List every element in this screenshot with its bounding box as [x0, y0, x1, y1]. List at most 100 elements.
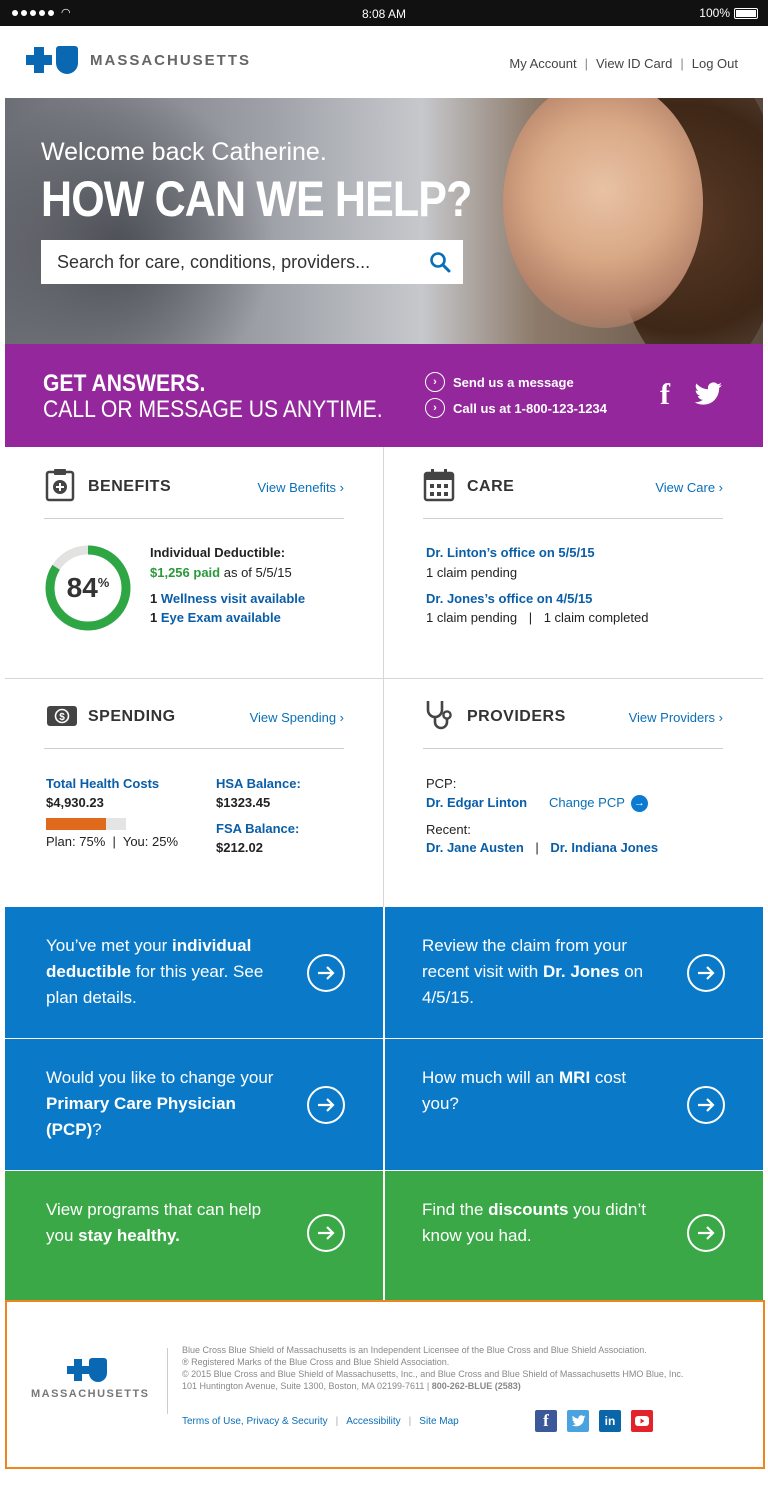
battery-status: 100% — [699, 6, 758, 20]
chevron-right-circle-icon: › — [425, 372, 445, 392]
twitter-icon[interactable] — [693, 382, 723, 408]
providers-card: PROVIDERS View Providers › PCP: Dr. Edga… — [423, 678, 723, 907]
tile-text: Review the claim from your recent visit … — [422, 936, 644, 1007]
terms-privacy-link[interactable]: Terms of Use, Privacy & Security — [182, 1416, 328, 1427]
nav-separator: | — [680, 56, 684, 71]
brand-logo[interactable]: MASSACHUSETTS — [26, 46, 251, 74]
grid-divider-vertical — [383, 447, 384, 907]
svg-text:$: $ — [59, 712, 65, 723]
arrow-right-circle-icon[interactable] — [687, 1086, 725, 1124]
deductible-label: Individual Deductible: — [150, 545, 286, 560]
wellness-visit-link[interactable]: Wellness visit available — [161, 591, 305, 606]
fsa-balance-value: $212.02 — [216, 840, 263, 855]
log-out-link[interactable]: Log Out — [692, 56, 738, 71]
tile-text: View programs that can help you stay hea… — [46, 1200, 262, 1245]
provider-separator: | — [535, 840, 539, 855]
tile-text: Would you like to change your Primary Ca… — [46, 1068, 274, 1139]
eye-exam-link[interactable]: Eye Exam available — [161, 610, 281, 625]
benefits-card: BENEFITS View Benefits › 84% Individual … — [44, 448, 344, 678]
eye-exam-item[interactable]: 1 Eye Exam available — [150, 610, 281, 625]
change-pcp-link[interactable]: Change PCP → — [549, 795, 648, 813]
tile-review-claim[interactable]: Review the claim from your recent visit … — [385, 907, 763, 1038]
card-divider — [44, 518, 344, 519]
facebook-icon[interactable]: f — [660, 378, 670, 412]
accessibility-link[interactable]: Accessibility — [346, 1416, 400, 1427]
hsa-balance-label: HSA Balance: — [216, 776, 301, 791]
claim-pending-count: 1 claim pending — [426, 610, 518, 625]
search-icon[interactable] — [429, 251, 451, 273]
recent-provider-jones[interactable]: Dr. Indiana Jones — [550, 840, 658, 855]
send-message-link[interactable]: › Send us a message — [425, 372, 574, 392]
youtube-icon[interactable] — [631, 1410, 653, 1432]
wellness-visit-item[interactable]: 1 Wellness visit available — [150, 591, 305, 606]
status-separator: | — [528, 610, 533, 625]
percent-sign: % — [97, 574, 110, 590]
cost-share-split: Plan: 75% | You: 25% — [46, 834, 179, 849]
deductible-paid: $1,256 paid as of 5/5/15 — [150, 565, 292, 580]
card-divider — [44, 748, 344, 749]
care-visit-linton[interactable]: Dr. Linton’s office on 5/5/15 — [426, 545, 595, 560]
arrow-right-circle-icon[interactable] — [307, 1086, 345, 1124]
tile-text: Find the discounts you didn’t know you h… — [422, 1200, 646, 1245]
pcp-label: PCP: — [426, 776, 457, 791]
view-providers-link[interactable]: View Providers › — [629, 710, 723, 725]
change-pcp-label: Change PCP — [549, 795, 625, 810]
providers-title: PROVIDERS — [467, 708, 566, 725]
arrow-right-circle-icon[interactable] — [307, 1214, 345, 1252]
view-spending-link[interactable]: View Spending › — [250, 710, 344, 725]
hsa-balance-value: $1323.45 — [216, 795, 271, 810]
total-health-costs-label: Total Health Costs — [46, 776, 160, 791]
care-visit-jones-status: 1 claim pending | 1 claim completed — [426, 610, 648, 625]
brand-name: MASSACHUSETTS — [90, 51, 252, 69]
view-id-card-link[interactable]: View ID Card — [596, 56, 672, 71]
total-health-costs-value: $4,930.23 — [46, 795, 104, 810]
call-us-link[interactable]: › Call us at 1-800-123-1234 — [425, 398, 607, 418]
welcome-message: Welcome back Catherine. — [41, 138, 327, 166]
my-account-link[interactable]: My Account — [509, 56, 576, 71]
nav-separator: | — [584, 56, 588, 71]
tile-text: You’ve met your individual deductible fo… — [46, 936, 264, 1007]
hero-headline: HOW CAN WE HELP? — [41, 171, 472, 227]
footer-logo[interactable]: MASSACHUSETTS — [31, 1358, 150, 1400]
tile-change-pcp[interactable]: Would you like to change your Primary Ca… — [5, 1039, 383, 1170]
tile-mri-cost[interactable]: How much will an MRI cost you? — [385, 1039, 763, 1170]
footer-links: Terms of Use, Privacy & Security | Acces… — [182, 1416, 459, 1427]
tile-text: How much will an MRI cost you? — [422, 1068, 627, 1113]
recent-provider-austen[interactable]: Dr. Jane Austen — [426, 840, 524, 855]
arrow-right-circle-icon[interactable] — [687, 954, 725, 992]
site-map-link[interactable]: Site Map — [419, 1416, 458, 1427]
tile-stay-healthy[interactable]: View programs that can help you stay hea… — [5, 1171, 383, 1300]
contact-subheadline: CALL OR MESSAGE US ANYTIME. — [43, 396, 383, 423]
search-input[interactable] — [41, 240, 421, 284]
tile-deductible-met[interactable]: You’ve met your individual deductible fo… — [5, 907, 383, 1038]
footer-social-links: f in — [535, 1410, 653, 1432]
care-title: CARE — [467, 478, 515, 495]
twitter-icon[interactable] — [567, 1410, 589, 1432]
deductible-paid-date: as of 5/5/15 — [223, 565, 292, 580]
eye-exam-count: 1 — [150, 610, 158, 625]
money-icon: $ — [47, 706, 77, 726]
site-header: MASSACHUSETTS My Account | View ID Card … — [0, 26, 768, 98]
spending-title: SPENDING — [88, 708, 176, 725]
pcp-name-link[interactable]: Dr. Edgar Linton — [426, 795, 527, 810]
link-separator: | — [335, 1416, 339, 1427]
call-us-label: Call us at 1-800-123-1234 — [453, 400, 607, 416]
care-card: CARE View Care › Dr. Linton’s office on … — [423, 448, 723, 678]
send-message-label: Send us a message — [453, 374, 574, 390]
contact-banner: GET ANSWERS. CALL OR MESSAGE US ANYTIME.… — [5, 344, 763, 447]
tile-discounts[interactable]: Find the discounts you didn’t know you h… — [385, 1171, 763, 1300]
stethoscope-icon — [426, 701, 452, 730]
facebook-icon[interactable]: f — [535, 1410, 557, 1432]
linkedin-icon[interactable]: in — [599, 1410, 621, 1432]
benefits-title: BENEFITS — [88, 478, 172, 495]
view-care-link[interactable]: View Care › — [655, 480, 723, 495]
status-time: 8:08 AM — [361, 7, 407, 21]
blue-shield-icon — [89, 1358, 107, 1382]
view-benefits-link[interactable]: View Benefits › — [258, 480, 344, 495]
deductible-percent: 84% — [44, 544, 132, 632]
account-nav: My Account | View ID Card | Log Out — [509, 56, 738, 71]
care-visit-jones[interactable]: Dr. Jones’s office on 4/5/15 — [426, 591, 592, 606]
blue-cross-icon — [26, 47, 52, 73]
arrow-right-circle-icon[interactable] — [687, 1214, 725, 1252]
arrow-right-circle-icon[interactable] — [307, 954, 345, 992]
